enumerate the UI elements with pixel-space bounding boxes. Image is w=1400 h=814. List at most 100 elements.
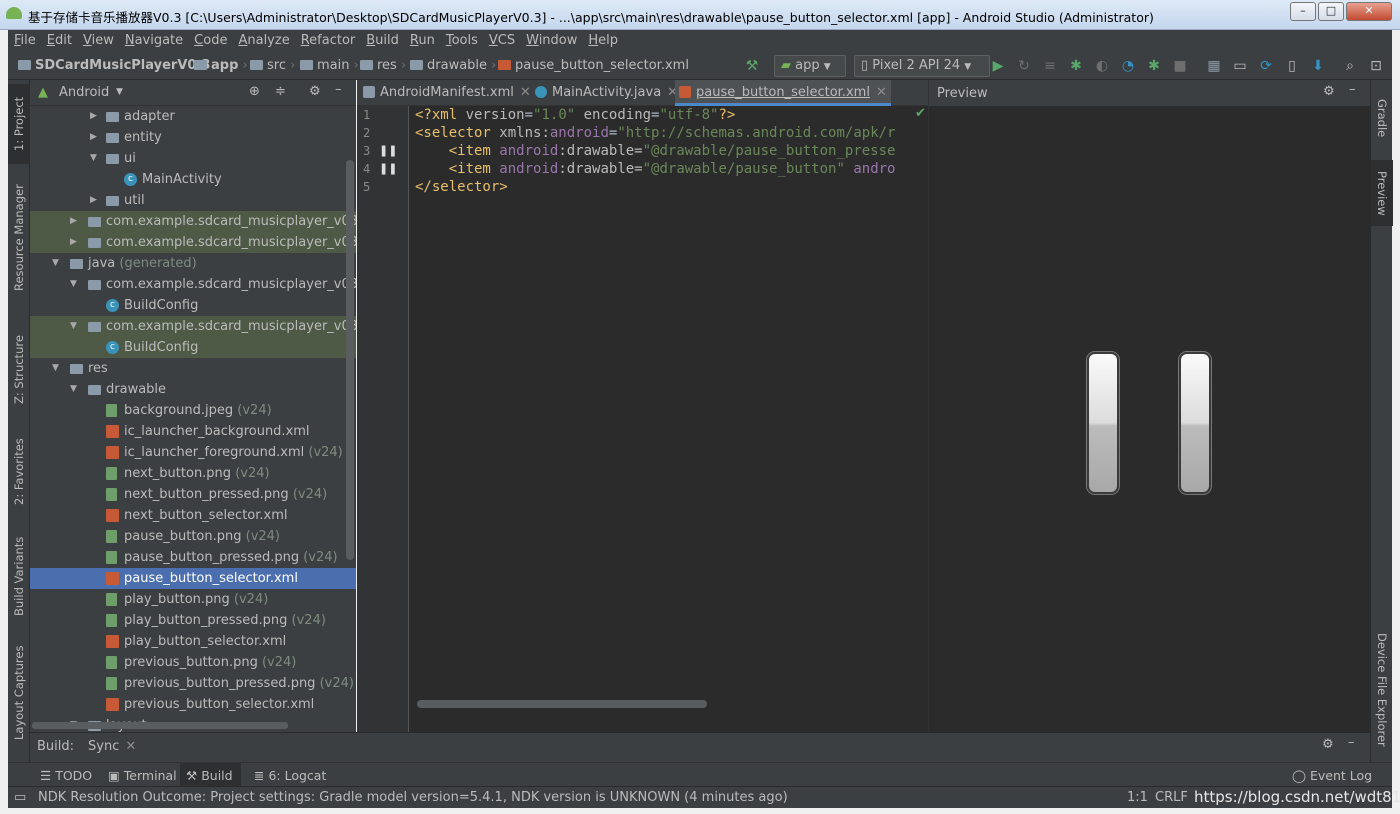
tree-row[interactable]: next_button.png (v24) — [30, 463, 356, 484]
tree-row[interactable]: ▼ com.example.sdcard_musicplayer_v03.test — [30, 316, 356, 337]
tree-row[interactable]: ▼ java (generated) — [30, 253, 356, 274]
tab-main-activity[interactable]: MainActivity.java ✕ — [535, 80, 678, 106]
chevron-right-icon[interactable]: ▶ — [70, 232, 77, 253]
avd-manager-icon[interactable]: ▯ — [1284, 58, 1300, 74]
tab-pause-button-selector[interactable]: pause_button_selector.xml ✕ — [675, 80, 891, 106]
tree-row[interactable]: ▶ entity — [30, 127, 356, 148]
close-tab-icon[interactable]: ✕ — [876, 85, 887, 100]
tree-row[interactable]: ▶com.example.sdcard_musicplayer_v03 (tes… — [30, 232, 356, 253]
tab-structure[interactable]: Z: Structure — [8, 330, 30, 410]
tree-row[interactable]: next_button_selector.xml — [30, 505, 356, 526]
chevron-right-icon[interactable]: ▶ — [70, 211, 77, 232]
close-button[interactable]: ✕ — [1346, 2, 1392, 21]
tab-device-file-explorer[interactable]: Device File Explorer — [1371, 630, 1393, 750]
menu-file[interactable]: File — [8, 30, 41, 48]
tab-logcat[interactable]: ≣ 6: Logcat — [254, 768, 326, 783]
tree-row[interactable]: play_button_selector.xml — [30, 631, 356, 652]
tree-row[interactable]: ▶ util — [30, 190, 356, 211]
tree-row[interactable]: c BuildConfig — [30, 337, 356, 358]
tree-row[interactable]: ▶com.example.sdcard_musicplayer_v03 (and — [30, 211, 356, 232]
gear-icon[interactable]: ⚙ — [1323, 84, 1335, 99]
menu-edit[interactable]: Edit — [41, 30, 77, 48]
tree-row[interactable]: previous_button_pressed.png (v24) — [30, 673, 356, 694]
device-select[interactable]: ▯ Pixel 2 API 24 ▼ — [854, 55, 990, 77]
chevron-down-icon[interactable]: ▼ — [70, 274, 77, 295]
tree-row[interactable]: c MainActivity — [30, 169, 356, 190]
menu-tools[interactable]: Tools — [440, 30, 483, 48]
chevron-down-icon[interactable]: ▼ — [116, 87, 123, 97]
caret-position[interactable]: 1:1 — [1127, 790, 1148, 805]
menu-run[interactable]: Run — [404, 30, 440, 48]
status-icon[interactable]: ▭ — [14, 790, 26, 805]
code-line[interactable]: </selector> — [415, 179, 508, 195]
code-line[interactable]: <selector xmlns:android="http://schemas.… — [415, 125, 895, 141]
menu-help[interactable]: Help — [582, 30, 623, 48]
menu-window[interactable]: Window — [520, 30, 582, 48]
tree-horizontal-scrollbar[interactable] — [32, 722, 288, 729]
chevron-right-icon[interactable]: ▶ — [90, 190, 97, 211]
menu-navigate[interactable]: Navigate — [119, 30, 188, 48]
tree-row[interactable]: pause_button.png (v24) — [30, 526, 356, 547]
sync-icon[interactable]: ⟳ — [1258, 58, 1274, 74]
code-line[interactable]: <item android:drawable="@drawable/pause_… — [415, 161, 896, 177]
breadcrumb-drawable[interactable]: drawable › — [410, 58, 496, 73]
event-log-button[interactable]: ◯ Event Log — [1292, 768, 1372, 783]
stop-icon[interactable]: ■ — [1172, 58, 1188, 74]
status-message[interactable]: NDK Resolution Outcome: Project settings… — [38, 790, 788, 805]
tree-scrollbar[interactable] — [346, 160, 354, 560]
tab-preview[interactable]: Preview — [1371, 160, 1393, 226]
breadcrumb-res[interactable]: res › — [360, 58, 406, 73]
menu-view[interactable]: View — [77, 30, 119, 48]
tree-row[interactable]: ic_launcher_background.xml — [30, 421, 356, 442]
chevron-right-icon[interactable]: ▶ — [90, 106, 97, 127]
tree-row[interactable]: previous_button.png (v24) — [30, 652, 356, 673]
gear-icon[interactable]: ⚙ — [309, 84, 321, 99]
tree-row[interactable]: previous_button_selector.xml — [30, 694, 356, 715]
breadcrumb-src[interactable]: src › — [250, 58, 295, 73]
menu-analyze[interactable]: Analyze — [232, 30, 294, 48]
attach-debugger-icon[interactable]: ✱ — [1146, 58, 1162, 74]
tab-layout-captures[interactable]: Layout Captures — [8, 640, 30, 746]
menu-refactor[interactable]: Refactor — [295, 30, 361, 48]
tree-row[interactable]: ▼ ui — [30, 148, 356, 169]
tree-row[interactable]: ▼ drawable — [30, 379, 356, 400]
chevron-right-icon[interactable]: ▶ — [90, 127, 97, 148]
tab-todo[interactable]: ☰ TODO — [40, 768, 92, 783]
tree-row[interactable]: play_button.png (v24) — [30, 589, 356, 610]
run-icon[interactable]: ▶ — [990, 58, 1006, 74]
tab-favorites[interactable]: 2: Favorites — [8, 430, 30, 514]
breadcrumb-main[interactable]: main › — [300, 58, 359, 73]
chevron-down-icon[interactable]: ▼ — [52, 358, 59, 379]
breadcrumb-file[interactable]: pause_button_selector.xml — [498, 58, 689, 73]
tab-project[interactable]: 1: Project — [8, 84, 30, 164]
tree-row[interactable]: c BuildConfig — [30, 295, 356, 316]
tab-android-manifest[interactable]: AndroidManifest.xml ✕ — [363, 80, 531, 106]
tree-row[interactable]: pause_button_pressed.png (v24) — [30, 547, 356, 568]
tab-build[interactable]: ⚒ Build — [180, 763, 241, 787]
close-tab-icon[interactable]: ✕ — [520, 85, 531, 100]
tree-row[interactable]: ▶ adapter — [30, 106, 356, 127]
profile-icon[interactable]: ◔ — [1120, 58, 1136, 74]
layout-icon[interactable]: ▭ — [1232, 58, 1248, 74]
search-icon[interactable]: ⌕ — [1342, 58, 1358, 74]
project-structure-icon[interactable]: ▦ — [1206, 58, 1222, 74]
expand-icon[interactable]: ⊡ — [1368, 58, 1384, 74]
collapse-icon[interactable]: ≑ — [275, 84, 286, 99]
coverage-icon[interactable]: ◐ — [1094, 58, 1110, 74]
tree-row[interactable]: ic_launcher_foreground.xml (v24) — [30, 442, 356, 463]
editor-horizontal-scrollbar[interactable] — [417, 700, 707, 708]
locate-icon[interactable]: ⊕ — [249, 84, 260, 99]
tab-build-variants[interactable]: Build Variants — [8, 528, 30, 624]
tree-row[interactable]: ▼ res — [30, 358, 356, 379]
run-config-select[interactable]: ▰ app ▼ — [774, 55, 846, 77]
menu-code[interactable]: Code — [188, 30, 232, 48]
breadcrumb-app[interactable]: app › — [194, 58, 248, 73]
tree-row[interactable]: next_button_pressed.png (v24) — [30, 484, 356, 505]
menu-vcs[interactable]: VCS — [483, 30, 520, 48]
tree-row[interactable]: ▼ com.example.sdcard_musicplayer_v03 — [30, 274, 356, 295]
hammer-icon[interactable]: ⚒ — [744, 58, 760, 74]
tree-row[interactable]: pause_button_selector.xml — [30, 568, 356, 589]
project-view-select[interactable]: Android — [59, 85, 109, 100]
sdk-manager-icon[interactable]: ⬇ — [1310, 58, 1326, 74]
close-tab-icon[interactable]: ✕ — [125, 739, 136, 754]
